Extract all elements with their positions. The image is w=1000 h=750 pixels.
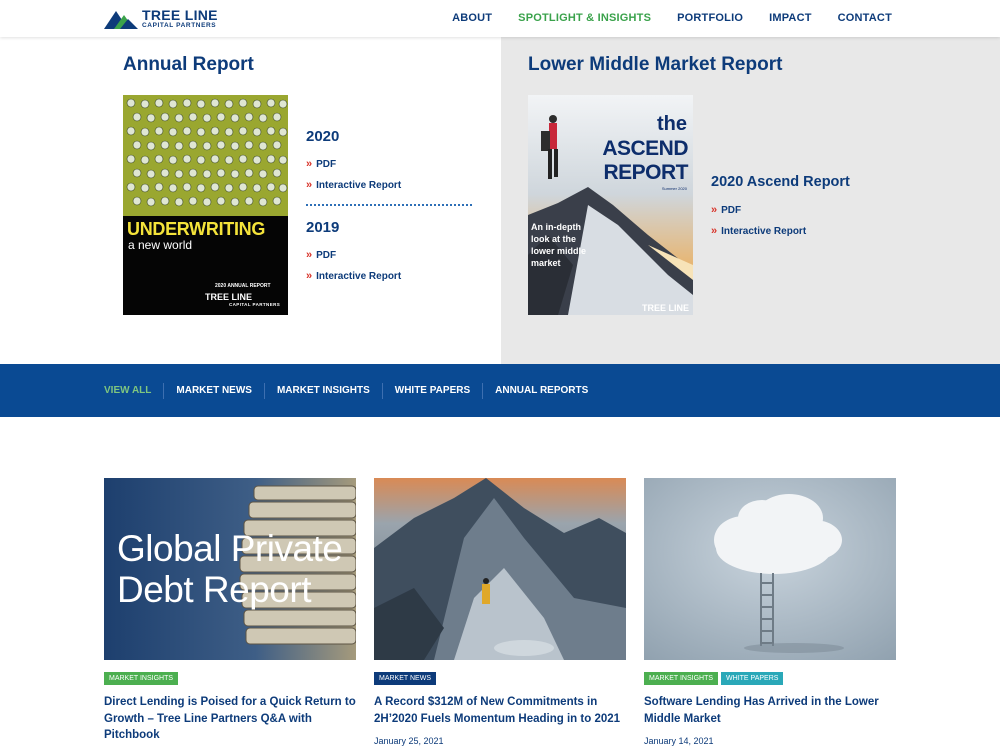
tag-white-papers[interactable]: WHITE PAPERS [721, 672, 784, 685]
cover-pattern [123, 95, 288, 216]
logo-tagline: CAPITAL PARTNERS [142, 22, 217, 30]
double-chevron-icon: » [306, 249, 312, 261]
nav-portfolio[interactable]: PORTFOLIO [677, 12, 743, 24]
nav-impact[interactable]: IMPACT [769, 12, 812, 24]
annual-2020-pdf-link[interactable]: » PDF [306, 158, 336, 170]
link-label: Interactive Report [721, 225, 807, 237]
article-title[interactable]: Software Lending Has Arrived in the Lowe… [644, 694, 896, 727]
site-header: TREE LINE CAPITAL PARTNERS ABOUT SPOTLIG… [0, 0, 1000, 37]
category-filter-bar: VIEW ALL MARKET NEWS MARKET INSIGHTS WHI… [0, 364, 1000, 417]
cover-description: An in-depth look at the lower middle mar… [531, 222, 587, 268]
article-date: January 14, 2021 [644, 736, 714, 746]
double-chevron-icon: » [711, 225, 717, 237]
lmm-report-title: Lower Middle Market Report [528, 54, 783, 75]
annual-report-panel: Annual Report UNDERWRITING a new world 2… [0, 37, 501, 364]
site-logo[interactable]: TREE LINE CAPITAL PARTNERS [104, 8, 218, 30]
annual-report-cover[interactable]: UNDERWRITING a new world 2020 ANNUAL REP… [123, 95, 288, 315]
snowy-mountain-image[interactable] [374, 478, 626, 660]
cover-label: 2020 ANNUAL REPORT [215, 283, 271, 289]
divider [306, 204, 472, 206]
logo-mountain-icon [104, 9, 138, 29]
annual-2019-pdf-link[interactable]: » PDF [306, 249, 336, 261]
article-title[interactable]: Direct Lending is Poised for a Quick Ret… [104, 694, 356, 744]
cover-logo: TREE LINE CAPITAL PARTNERS [205, 292, 280, 307]
global-private-debt-image[interactable]: Global Private Debt Report [104, 478, 356, 660]
cover-subtitle: a new world [128, 238, 193, 252]
cover-logo-name: TREE LINE [205, 292, 253, 302]
annual-2019-interactive-link[interactable]: » Interactive Report [306, 270, 401, 282]
nav-spotlight-insights[interactable]: SPOTLIGHT & INSIGHTS [518, 12, 651, 24]
cover-ascend-title: ASCEND REPORT [602, 137, 688, 184]
double-chevron-icon: » [711, 204, 717, 216]
annual-2020-interactive-link[interactable]: » Interactive Report [306, 179, 401, 191]
lmm-report-panel: Lower Middle Market Report the ASCEND RE… [501, 37, 1000, 364]
filter-view-all[interactable]: VIEW ALL [104, 383, 163, 399]
double-chevron-icon: » [306, 158, 312, 170]
ascend-interactive-link[interactable]: » Interactive Report [711, 225, 806, 237]
year-2019-heading: 2019 [306, 219, 340, 236]
ascend-report-heading: 2020 Ascend Report [711, 174, 850, 190]
nav-contact[interactable]: CONTACT [838, 12, 892, 24]
image-overlay-text: Global Private Debt Report [117, 528, 343, 610]
article-title[interactable]: A Record $312M of New Commitments in 2H’… [374, 694, 626, 727]
article-date: January 25, 2021 [374, 736, 444, 746]
main-nav: ABOUT SPOTLIGHT & INSIGHTS PORTFOLIO IMP… [452, 12, 892, 24]
reports-section: Annual Report UNDERWRITING a new world 2… [0, 37, 1000, 364]
link-label: Interactive Report [316, 179, 402, 191]
annual-report-title: Annual Report [123, 54, 254, 75]
logo-name: TREE LINE [142, 7, 218, 24]
link-label: PDF [721, 204, 742, 216]
cover-title: UNDERWRITING [127, 219, 266, 239]
filter-white-papers[interactable]: WHITE PAPERS [381, 382, 482, 399]
cloud-ladder-image[interactable] [644, 478, 896, 660]
double-chevron-icon: » [306, 179, 312, 191]
tag-market-news[interactable]: MARKET NEWS [374, 672, 436, 685]
cover-the: the [657, 113, 687, 135]
nav-about[interactable]: ABOUT [452, 12, 492, 24]
cover-logo-sub: CAPITAL PARTNERS [229, 302, 281, 307]
tag-market-insights[interactable]: MARKET INSIGHTS [104, 672, 179, 685]
double-chevron-icon: » [306, 270, 312, 282]
filter-market-insights[interactable]: MARKET INSIGHTS [263, 382, 382, 399]
filter-annual-reports[interactable]: ANNUAL REPORTS [482, 382, 600, 399]
link-label: Interactive Report [316, 270, 402, 282]
year-2020-heading: 2020 [306, 128, 340, 145]
aerial-umbrellas-image [123, 95, 288, 216]
cover-season: Summer 2020 [661, 186, 687, 191]
tag-market-insights[interactable]: MARKET INSIGHTS [644, 672, 719, 685]
link-label: PDF [316, 249, 337, 261]
link-label: PDF [316, 158, 337, 170]
filter-market-news[interactable]: MARKET NEWS [163, 382, 264, 399]
cover-logo: TREE LINE [641, 303, 689, 313]
ascend-report-cover[interactable]: the ASCEND REPORT Summer 2020 An in-dept… [528, 95, 693, 315]
ascend-pdf-link[interactable]: » PDF [711, 204, 741, 216]
